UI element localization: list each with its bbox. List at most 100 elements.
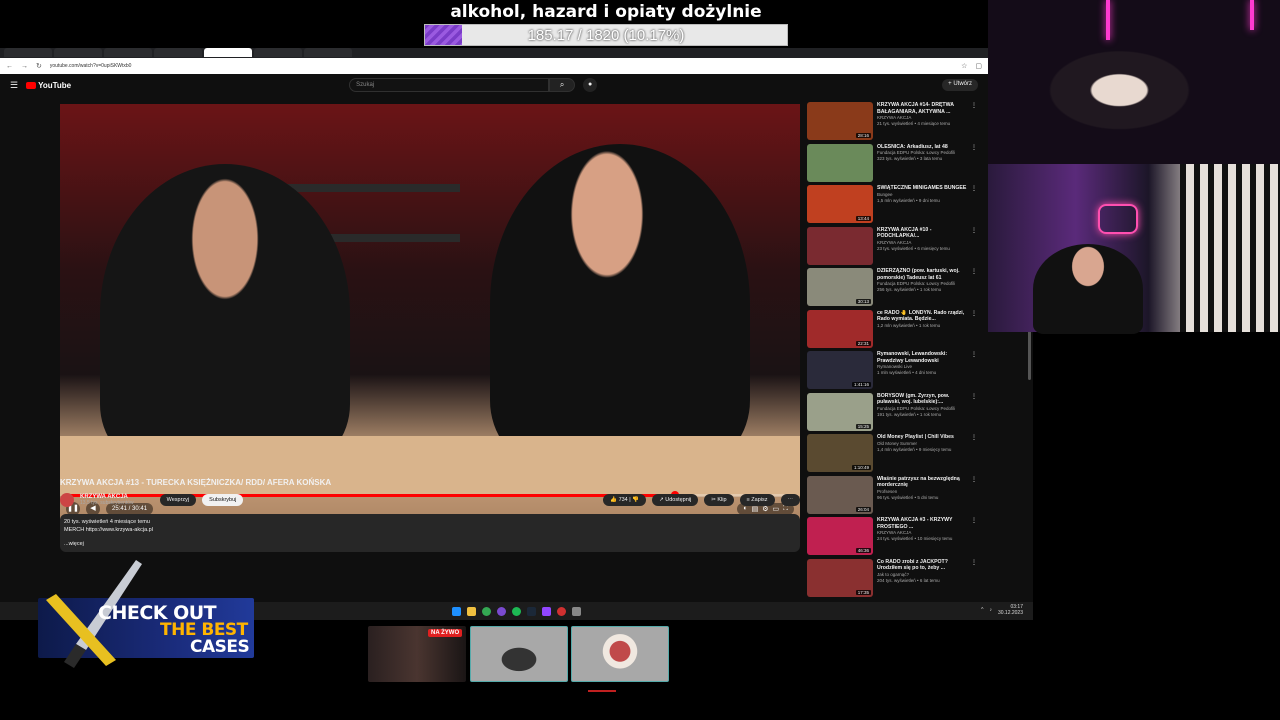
clock[interactable]: 03:17 30.12.2023 xyxy=(998,604,1023,616)
more-options-icon[interactable]: ⋮ xyxy=(971,559,977,601)
create-label: Utwórz xyxy=(953,81,972,87)
reload-icon[interactable]: ↻ xyxy=(36,62,42,70)
recommendation-title[interactable]: KRZYWA AKCJA #14- DRĘTWA BAŁAGANIARA, AK… xyxy=(877,102,967,115)
browser-tab[interactable] xyxy=(304,48,352,57)
back-icon[interactable]: ← xyxy=(6,63,13,70)
forward-icon[interactable]: → xyxy=(21,63,28,70)
page-scrollbar[interactable] xyxy=(1028,330,1031,380)
recommendation-title[interactable]: KRZYWA AKCJA #3 - KRZYWY FROSTIEGO ... xyxy=(877,517,967,530)
more-options-icon[interactable]: ⋮ xyxy=(971,185,977,227)
recommendation-title[interactable]: Właśnie patrzysz na bezwzględną mordercz… xyxy=(877,476,967,489)
recommendation-thumbnail[interactable]: 13:44 xyxy=(807,185,873,223)
recommendation-duration: 1:41:16 xyxy=(851,382,871,387)
support-button[interactable]: Wesprzyj xyxy=(159,494,197,506)
microphone-icon[interactable]: ● xyxy=(583,78,598,92)
recommendation-title[interactable]: ŚWIĄTECZNE MINIGAMES BUNGEE xyxy=(877,185,967,192)
app-icon[interactable] xyxy=(497,606,506,616)
recommendation-thumbnail[interactable]: 26:04 xyxy=(807,475,873,514)
recommendation-thumbnail[interactable]: 22:31 xyxy=(807,309,873,348)
clip-button[interactable]: ✂ Klip xyxy=(704,494,734,506)
recommendation-title[interactable]: Rymanowski, Lewandowski: Prawdziwy Lewan… xyxy=(877,351,967,364)
browser-tab[interactable] xyxy=(154,48,202,57)
striped-wall xyxy=(1180,164,1280,332)
subscribe-button[interactable]: Subskrybuj xyxy=(202,494,244,506)
app-icon[interactable] xyxy=(572,606,581,616)
recommendation-title[interactable]: BORYSÓW (gm. Żyrzyn, pow. puławski, woj.… xyxy=(877,393,967,406)
recommendation-thumbnail[interactable]: 30:13 xyxy=(807,268,873,306)
extensions-icon[interactable]: ▢ xyxy=(975,62,982,70)
like-button[interactable]: 👍 734 | 👎 xyxy=(603,494,647,506)
recommendation-thumbnail[interactable]: 17:35 xyxy=(807,558,873,597)
chrome-icon[interactable] xyxy=(482,606,491,616)
more-options-icon[interactable]: ⋮ xyxy=(971,351,977,393)
recommendation-item[interactable]: 28:16 KRZYWA AKCJA #14- DRĘTWA BAŁAGANIAR… xyxy=(807,102,977,144)
speaker-icon[interactable]: ♪ xyxy=(989,607,992,613)
more-options-icon[interactable]: ⋮ xyxy=(971,310,977,352)
preview-thumbnail-cake[interactable] xyxy=(571,626,669,682)
recommendation-title[interactable]: Co RADO zrobi z JACKPOT? Urodziłem się p… xyxy=(877,559,967,572)
recommendation-item[interactable]: 1:10:49 Old Money Playlist | Chill Vibes O… xyxy=(807,434,977,476)
recommendation-title[interactable]: Old Money Playlist | Chill Vibes xyxy=(877,434,967,441)
recommendation-thumbnail[interactable]: 15:25 xyxy=(807,392,873,431)
menu-icon[interactable]: ☰ xyxy=(10,80,18,91)
file-explorer-icon[interactable] xyxy=(467,606,476,616)
tray-arrow-icon[interactable]: ^ xyxy=(981,607,983,613)
more-options-icon[interactable]: ⋮ xyxy=(971,102,977,144)
share-button[interactable]: ↗ Udostępnij xyxy=(652,494,699,506)
recommendation-item[interactable]: 1:41:16 Rymanowski, Lewandowski: Prawdziw… xyxy=(807,351,977,393)
recommendation-title[interactable]: ce RADO 🤚 LONDYN. Rado rządzi, Rado wymi… xyxy=(877,310,967,323)
browser-tab[interactable] xyxy=(4,48,52,57)
more-options-icon[interactable]: ⋮ xyxy=(971,227,977,269)
recommendation-item[interactable]: 22:31 ce RADO 🤚 LONDYN. Rado rządzi, Rado… xyxy=(807,309,977,352)
search-icon[interactable]: ⌕ xyxy=(549,78,576,92)
video-player[interactable]: ❚❚ ◀ 25:41 / 30:41 ◐ ▤ ⚙ ▭ ⛶ xyxy=(60,104,800,520)
recommendation-meta: 191 tys. wyświetleń • 1 rok temu xyxy=(877,411,942,417)
recommendation-item[interactable]: OLEŚNICA: Arkadiusz, lat 48 Fundacja EDPU… xyxy=(807,143,977,186)
browser-tab[interactable] xyxy=(54,48,102,57)
more-options-icon[interactable]: ⋮ xyxy=(971,476,977,518)
obs-icon[interactable] xyxy=(557,606,566,616)
recommendation-item[interactable]: 46:36 KRZYWA AKCJA #3 - KRZYWY FROSTIEGO … xyxy=(807,517,977,559)
save-button[interactable]: ≡ Zapisz xyxy=(739,494,775,506)
discord-icon[interactable] xyxy=(542,606,551,616)
recommendation-item[interactable]: 17:35 Co RADO zrobi z JACKPOT? Urodziłem … xyxy=(807,558,977,601)
more-actions-icon[interactable]: ⋯ xyxy=(780,494,800,506)
more-options-icon[interactable]: ⋮ xyxy=(971,144,977,186)
recommendation-thumbnail[interactable]: 1:10:49 xyxy=(807,434,873,472)
description-more[interactable]: ...więcej xyxy=(64,540,796,548)
recommendation-title[interactable]: KRZYWA AKCJA #10 - PODCHLAPKA/... xyxy=(877,227,967,240)
recommendation-item[interactable]: 26:04 Właśnie patrzysz na bezwzględną mor… xyxy=(807,475,977,518)
recommendation-thumbnail[interactable]: 28:16 xyxy=(807,102,873,140)
url-field[interactable]: youtube.com/watch?v=0upiSKWtxb0 xyxy=(50,63,953,69)
search-input[interactable]: Szukaj xyxy=(349,78,550,92)
recommendation-thumbnail[interactable]: 46:36 xyxy=(807,517,873,555)
more-options-icon[interactable]: ⋮ xyxy=(971,393,977,435)
recommendation-info: KRZYWA AKCJA #10 - PODCHLAPKA/... KRZYWA … xyxy=(877,227,967,269)
recommendation-thumbnail[interactable] xyxy=(807,143,873,182)
recommendation-title[interactable]: DZIERŻĄŻNO (pow. kartuski, woj. pomorski… xyxy=(877,268,967,281)
steam-icon[interactable] xyxy=(527,606,536,616)
more-options-icon[interactable]: ⋮ xyxy=(971,434,977,476)
description-box[interactable]: 20 tys. wyświetleń 4 miesiące temu MERCH… xyxy=(60,514,800,552)
recommendation-item[interactable]: KRZYWA AKCJA #10 - PODCHLAPKA/... KRZYWA … xyxy=(807,226,977,269)
recommendation-item[interactable]: 15:25 BORYSÓW (gm. Żyrzyn, pow. puławski,… xyxy=(807,392,977,435)
bookmark-icon[interactable]: ☆ xyxy=(961,62,967,70)
browser-tab-active[interactable] xyxy=(204,48,252,57)
youtube-logo[interactable]: YouTube xyxy=(26,81,71,90)
channel-avatar[interactable] xyxy=(60,493,74,507)
create-button[interactable]: + Utwórz xyxy=(942,79,978,91)
browser-tab[interactable] xyxy=(104,48,152,57)
recommendation-meta: 204 tys. wyświetleń • 6 lat temu xyxy=(877,577,940,583)
goal-progress-bar: 185.17 / 1820 (10.17%) xyxy=(424,24,788,46)
recommendation-channel[interactable]: Fundacja EDPU Polska: Łowcy Pedofili xyxy=(877,406,967,412)
recommendation-item[interactable]: 13:44 ŚWIĄTECZNE MINIGAMES BUNGEE Bungee 1,… xyxy=(807,185,977,227)
recommendation-item[interactable]: 30:13 DZIERŻĄŻNO (pow. kartuski, woj. pom… xyxy=(807,268,977,310)
browser-tab[interactable] xyxy=(254,48,302,57)
spotify-icon[interactable] xyxy=(512,606,521,616)
more-options-icon[interactable]: ⋮ xyxy=(971,517,977,559)
preview-thumbnail-car[interactable] xyxy=(470,626,568,682)
more-options-icon[interactable]: ⋮ xyxy=(971,268,977,310)
windows-start-icon[interactable] xyxy=(452,606,461,616)
recommendation-thumbnail[interactable] xyxy=(807,226,873,265)
recommendation-thumbnail[interactable]: 1:41:16 xyxy=(807,351,873,389)
